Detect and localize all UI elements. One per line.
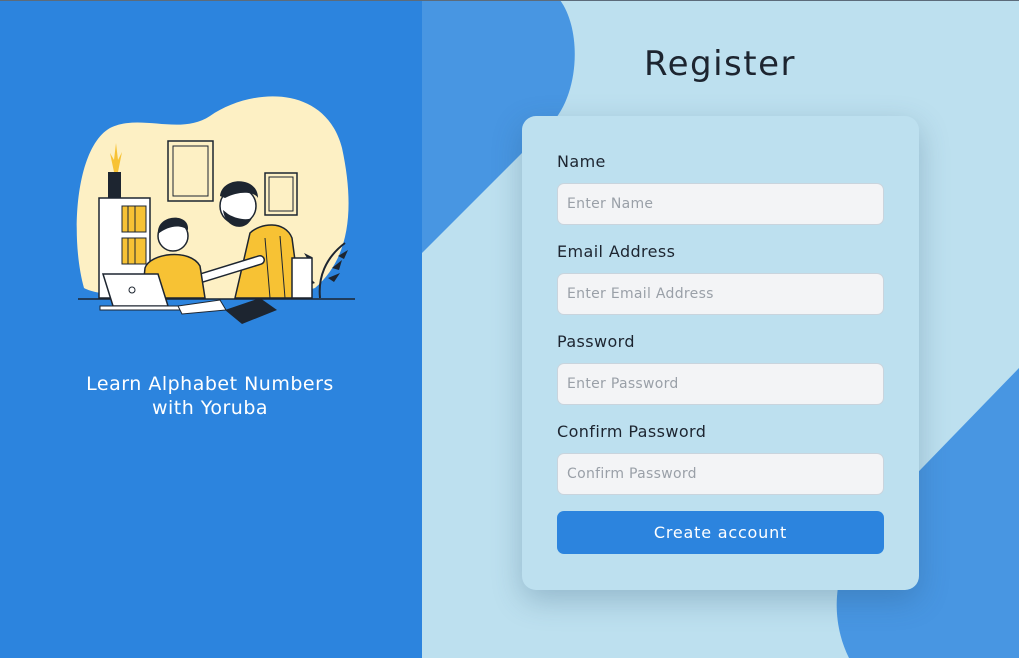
confirm-password-input[interactable] [557,453,884,495]
name-label: Name [557,152,606,171]
password-input[interactable] [557,363,884,405]
page-title: Register [644,44,796,84]
window-top-border [0,0,1019,1]
confirm-password-label: Confirm Password [557,422,707,441]
email-label: Email Address [557,242,676,261]
brand-panel: Learn Alphabet Numbers with Yoruba [0,0,422,658]
tagline-line-1: Learn Alphabet Numbers [86,373,334,395]
register-page: Learn Alphabet Numbers with Yoruba Regis… [0,0,1019,658]
teacher-and-student-illustration [76,96,355,324]
password-label: Password [557,332,635,351]
email-input[interactable] [557,273,884,315]
create-account-button[interactable]: Create account [557,511,884,554]
register-form: Name Email Address Password Confirm Pass… [522,116,919,590]
name-input[interactable] [557,183,884,225]
app-tagline: Learn Alphabet Numbers with Yoruba [30,372,390,420]
tagline-line-2: with Yoruba [151,397,269,419]
